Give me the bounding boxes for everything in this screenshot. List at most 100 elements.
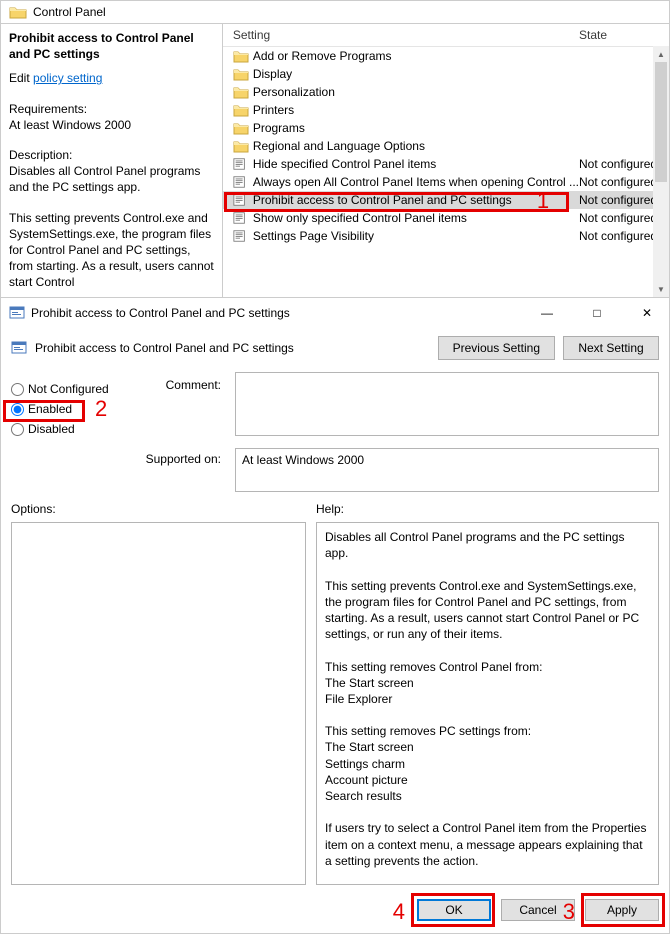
policy-icon bbox=[11, 340, 27, 356]
dialog-config-grid: Not Configured Enabled Disabled 2 Commen… bbox=[1, 368, 669, 492]
options-label: Options: bbox=[11, 502, 306, 516]
dialog-subtitle: Prohibit access to Control Panel and PC … bbox=[35, 341, 430, 355]
gp-columns: Setting State bbox=[223, 24, 669, 47]
close-button[interactable]: ✕ bbox=[625, 298, 669, 328]
options-column: Options: bbox=[11, 502, 306, 885]
scroll-thumb[interactable] bbox=[655, 62, 667, 182]
description-value: Disables all Control Panel programs and … bbox=[9, 163, 214, 195]
radio-disabled-label: Disabled bbox=[28, 422, 75, 436]
setting-icon bbox=[233, 193, 249, 207]
app-icon bbox=[9, 305, 25, 321]
description-label: Description: bbox=[9, 147, 214, 163]
radio-not-configured-input[interactable] bbox=[11, 383, 24, 396]
description-block: Description: Disables all Control Panel … bbox=[9, 147, 214, 196]
next-setting-button[interactable]: Next Setting bbox=[563, 336, 659, 360]
list-item-label: Settings Page Visibility bbox=[249, 229, 579, 243]
gp-side-panel: Prohibit access to Control Panel and PC … bbox=[1, 24, 223, 297]
maximize-button[interactable]: □ bbox=[575, 298, 619, 328]
folder-icon bbox=[233, 103, 249, 117]
supported-value: At least Windows 2000 bbox=[235, 448, 659, 492]
list-item[interactable]: Programs bbox=[223, 119, 669, 137]
folder-icon bbox=[233, 121, 249, 135]
setting-icon bbox=[233, 175, 249, 189]
apply-button[interactable]: Apply bbox=[585, 899, 659, 921]
edit-policy-link[interactable]: policy setting bbox=[33, 71, 102, 85]
list-item[interactable]: Settings Page VisibilityNot configured bbox=[223, 227, 669, 245]
radio-enabled-input[interactable] bbox=[11, 403, 24, 416]
annotation-num-2: 2 bbox=[95, 396, 107, 422]
group-policy-panel: Control Panel Prohibit access to Control… bbox=[0, 0, 670, 298]
minimize-button[interactable]: — bbox=[525, 298, 569, 328]
help-text[interactable]: Disables all Control Panel programs and … bbox=[316, 522, 659, 885]
list-item[interactable]: Hide specified Control Panel itemsNot co… bbox=[223, 155, 669, 173]
annotation-num-1: 1 bbox=[537, 188, 549, 214]
list-item-label: Regional and Language Options bbox=[249, 139, 579, 153]
help-label: Help: bbox=[316, 502, 659, 516]
gp-body: Prohibit access to Control Panel and PC … bbox=[1, 24, 669, 297]
radio-enabled-label: Enabled bbox=[28, 402, 72, 416]
edit-prefix: Edit bbox=[9, 71, 33, 85]
radio-disabled-input[interactable] bbox=[11, 423, 24, 436]
options-box[interactable] bbox=[11, 522, 306, 885]
setting-icon bbox=[233, 229, 249, 243]
supported-label: Supported on: bbox=[11, 442, 227, 466]
gp-rows: Add or Remove Programs Display Personaliza… bbox=[223, 47, 669, 297]
folder-icon bbox=[233, 49, 249, 63]
list-item-label: Add or Remove Programs bbox=[249, 49, 579, 63]
comment-input[interactable] bbox=[235, 372, 659, 436]
radio-not-configured-label: Not Configured bbox=[28, 382, 109, 396]
previous-setting-button[interactable]: Previous Setting bbox=[438, 336, 555, 360]
gp-header-title: Control Panel bbox=[33, 5, 106, 19]
list-item[interactable]: Printers bbox=[223, 101, 669, 119]
comment-field-wrap bbox=[235, 372, 659, 439]
list-item[interactable]: Display bbox=[223, 65, 669, 83]
requirements-label: Requirements: bbox=[9, 101, 214, 117]
list-item[interactable]: Prohibit access to Control Panel and PC … bbox=[223, 191, 669, 209]
list-item[interactable]: Regional and Language Options bbox=[223, 137, 669, 155]
side-title: Prohibit access to Control Panel and PC … bbox=[9, 31, 194, 61]
setting-icon bbox=[233, 157, 249, 171]
comment-label: Comment: bbox=[131, 372, 227, 392]
list-item-label: Always open All Control Panel Items when… bbox=[249, 175, 579, 189]
dialog-titlebar: Prohibit access to Control Panel and PC … bbox=[1, 298, 669, 328]
list-item[interactable]: Show only specified Control Panel itemsN… bbox=[223, 209, 669, 227]
folder-icon bbox=[9, 5, 27, 19]
scroll-track[interactable] bbox=[653, 182, 669, 281]
gp-header: Control Panel bbox=[1, 1, 669, 24]
supported-field-wrap: At least Windows 2000 bbox=[235, 442, 659, 492]
annotation-num-3: 3 bbox=[563, 899, 575, 925]
requirements-value: At least Windows 2000 bbox=[9, 117, 214, 133]
dialog-title: Prohibit access to Control Panel and PC … bbox=[31, 306, 519, 320]
description-para2: This setting prevents Control.exe and Sy… bbox=[9, 210, 214, 291]
list-item-label: Hide specified Control Panel items bbox=[249, 157, 579, 171]
scroll-down-icon[interactable]: ▼ bbox=[653, 281, 669, 297]
dialog-subheader: Prohibit access to Control Panel and PC … bbox=[1, 328, 669, 368]
requirements-block: Requirements: At least Windows 2000 bbox=[9, 101, 214, 133]
folder-icon bbox=[233, 67, 249, 81]
help-column: Help: Disables all Control Panel program… bbox=[316, 502, 659, 885]
policy-editor-dialog: Prohibit access to Control Panel and PC … bbox=[0, 298, 670, 934]
edit-line: Edit policy setting bbox=[9, 70, 214, 86]
folder-icon bbox=[233, 85, 249, 99]
scroll-up-icon[interactable]: ▲ bbox=[653, 46, 669, 62]
list-item-label: Display bbox=[249, 67, 579, 81]
setting-icon bbox=[233, 211, 249, 225]
list-item-label: Prohibit access to Control Panel and PC … bbox=[249, 193, 579, 207]
col-setting[interactable]: Setting bbox=[233, 28, 579, 42]
ok-button[interactable]: OK bbox=[417, 899, 491, 921]
annotation-num-4: 4 bbox=[393, 899, 405, 925]
col-state[interactable]: State bbox=[579, 28, 669, 42]
folder-icon bbox=[233, 139, 249, 153]
list-item-label: Programs bbox=[249, 121, 579, 135]
list-item[interactable]: Always open All Control Panel Items when… bbox=[223, 173, 669, 191]
scrollbar[interactable]: ▲ ▼ bbox=[653, 46, 669, 297]
radio-disabled[interactable]: Disabled bbox=[11, 422, 123, 436]
list-item[interactable]: Personalization bbox=[223, 83, 669, 101]
radio-column: Not Configured Enabled Disabled 2 bbox=[11, 372, 123, 442]
list-item[interactable]: Add or Remove Programs bbox=[223, 47, 669, 65]
gp-main: Setting State Add or Remove Programs Disp… bbox=[223, 24, 669, 297]
radio-not-configured[interactable]: Not Configured bbox=[11, 382, 123, 396]
list-item-label: Show only specified Control Panel items bbox=[249, 211, 579, 225]
list-item-label: Printers bbox=[249, 103, 579, 117]
dialog-lower: Options: Help: Disables all Control Pane… bbox=[1, 492, 669, 885]
